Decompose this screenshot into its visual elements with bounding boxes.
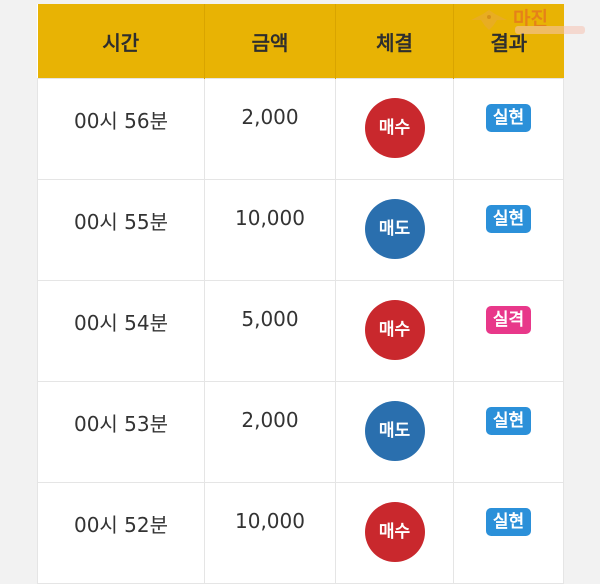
header-time: 시간: [37, 4, 205, 79]
table-row: 00시 53분 2,000 매도 실현: [37, 381, 564, 483]
trade-cell: 매도: [335, 381, 454, 483]
amount-cell: 2,000: [204, 78, 336, 180]
amount-cell: 5,000: [204, 280, 336, 382]
result-cell: 실현: [453, 78, 564, 180]
trade-history-table: 시간 금액 체결 결과 00시 56분 2,000 매수 실현 00시 55분 10,00…: [37, 4, 564, 584]
sell-badge: 매도: [364, 199, 425, 259]
result-cell: 실현: [453, 482, 564, 584]
amount-cell: 2,000: [204, 381, 336, 483]
table-row: 00시 52분 10,000 매수 실현: [37, 482, 564, 584]
result-cell: 실현: [453, 179, 564, 281]
table-row: 00시 54분 5,000 매수 실격: [37, 280, 564, 382]
time-cell: 00시 53분: [37, 381, 205, 483]
trade-cell: 매수: [335, 78, 454, 180]
trade-history-table-container: 시간 금액 체결 결과 00시 56분 2,000 매수 실현 00시 55분 10,00…: [37, 4, 564, 584]
result-badge: 실현: [485, 205, 532, 233]
time-cell: 00시 56분: [37, 78, 205, 180]
time-cell: 00시 54분: [37, 280, 205, 382]
sell-badge: 매도: [364, 401, 425, 461]
buy-badge: 매수: [364, 300, 425, 360]
buy-badge: 매수: [364, 98, 425, 158]
table-row: 00시 56분 2,000 매수 실현: [37, 78, 564, 180]
eagle-logo-icon: [471, 10, 507, 30]
watermark-logo: 마진: [469, 4, 594, 38]
amount-cell: 10,000: [204, 482, 336, 584]
result-badge: 실현: [485, 104, 532, 132]
table-row: 00시 55분 10,000 매도 실현: [37, 179, 564, 281]
result-badge: 실현: [485, 508, 532, 536]
watermark-subtitle-bar: [515, 26, 585, 34]
time-cell: 00시 55분: [37, 179, 205, 281]
page-background: 시간 금액 체결 결과 00시 56분 2,000 매수 실현 00시 55분 10,00…: [0, 0, 600, 584]
result-badge: 실현: [485, 407, 532, 435]
result-badge: 실격: [485, 306, 532, 334]
table-body: 00시 56분 2,000 매수 실현 00시 55분 10,000 매도 실현 00시 54분…: [37, 78, 564, 584]
amount-cell: 10,000: [204, 179, 336, 281]
trade-cell: 매도: [335, 179, 454, 281]
result-cell: 실격: [453, 280, 564, 382]
trade-cell: 매수: [335, 482, 454, 584]
buy-badge: 매수: [364, 502, 425, 562]
time-cell: 00시 52분: [37, 482, 205, 584]
header-trade: 체결: [335, 4, 454, 79]
result-cell: 실현: [453, 381, 564, 483]
header-amount: 금액: [204, 4, 336, 79]
trade-cell: 매수: [335, 280, 454, 382]
